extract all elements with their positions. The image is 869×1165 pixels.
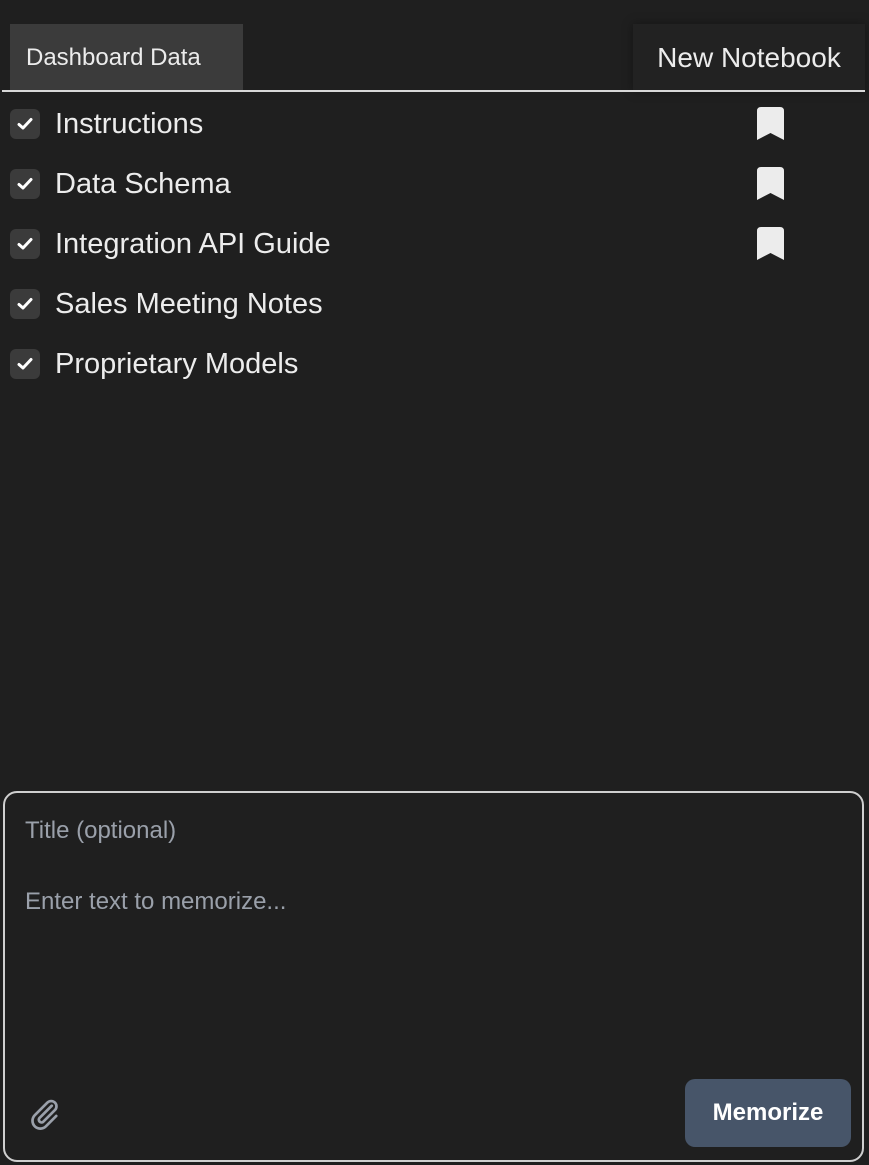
checkmark-icon bbox=[17, 238, 33, 250]
paperclip-icon[interactable] bbox=[27, 1096, 63, 1132]
bookmark-icon[interactable] bbox=[757, 167, 784, 200]
tab-dashboard-data[interactable]: Dashboard Data bbox=[10, 24, 243, 91]
list-item: Proprietary Models bbox=[0, 334, 869, 394]
list-item: Sales Meeting Notes bbox=[0, 274, 869, 334]
memorize-button[interactable]: Memorize bbox=[685, 1079, 851, 1147]
tab-divider bbox=[2, 90, 865, 92]
checkmark-icon bbox=[17, 358, 33, 370]
new-notebook-button[interactable]: New Notebook bbox=[633, 24, 865, 91]
memorize-text-input[interactable] bbox=[25, 888, 835, 1058]
document-label[interactable]: Data Schema bbox=[55, 167, 231, 201]
tab-label: Dashboard Data bbox=[26, 43, 201, 71]
bookmark-icon[interactable] bbox=[757, 107, 784, 140]
document-checkbox[interactable] bbox=[10, 349, 40, 379]
title-input[interactable] bbox=[25, 813, 825, 849]
bookmark-icon[interactable] bbox=[757, 227, 784, 260]
notebook-app: Dashboard Data New Notebook Instructions… bbox=[0, 0, 869, 1165]
document-label[interactable]: Integration API Guide bbox=[55, 227, 331, 261]
checkmark-icon bbox=[17, 178, 33, 190]
document-label[interactable]: Instructions bbox=[55, 107, 203, 141]
document-checkbox[interactable] bbox=[10, 109, 40, 139]
list-item: Integration API Guide bbox=[0, 214, 869, 274]
document-checkbox[interactable] bbox=[10, 289, 40, 319]
document-checkbox[interactable] bbox=[10, 169, 40, 199]
new-notebook-label: New Notebook bbox=[657, 41, 841, 73]
document-checkbox[interactable] bbox=[10, 229, 40, 259]
memorize-composer: Memorize bbox=[3, 791, 864, 1162]
document-label[interactable]: Proprietary Models bbox=[55, 347, 298, 381]
tab-bar: Dashboard Data New Notebook bbox=[0, 0, 869, 92]
list-item: Data Schema bbox=[0, 154, 869, 214]
checkmark-icon bbox=[17, 298, 33, 310]
checkmark-icon bbox=[17, 118, 33, 130]
document-label[interactable]: Sales Meeting Notes bbox=[55, 287, 323, 321]
list-item: Instructions bbox=[0, 94, 869, 154]
document-list: Instructions Data Schema Integration API… bbox=[0, 94, 869, 394]
